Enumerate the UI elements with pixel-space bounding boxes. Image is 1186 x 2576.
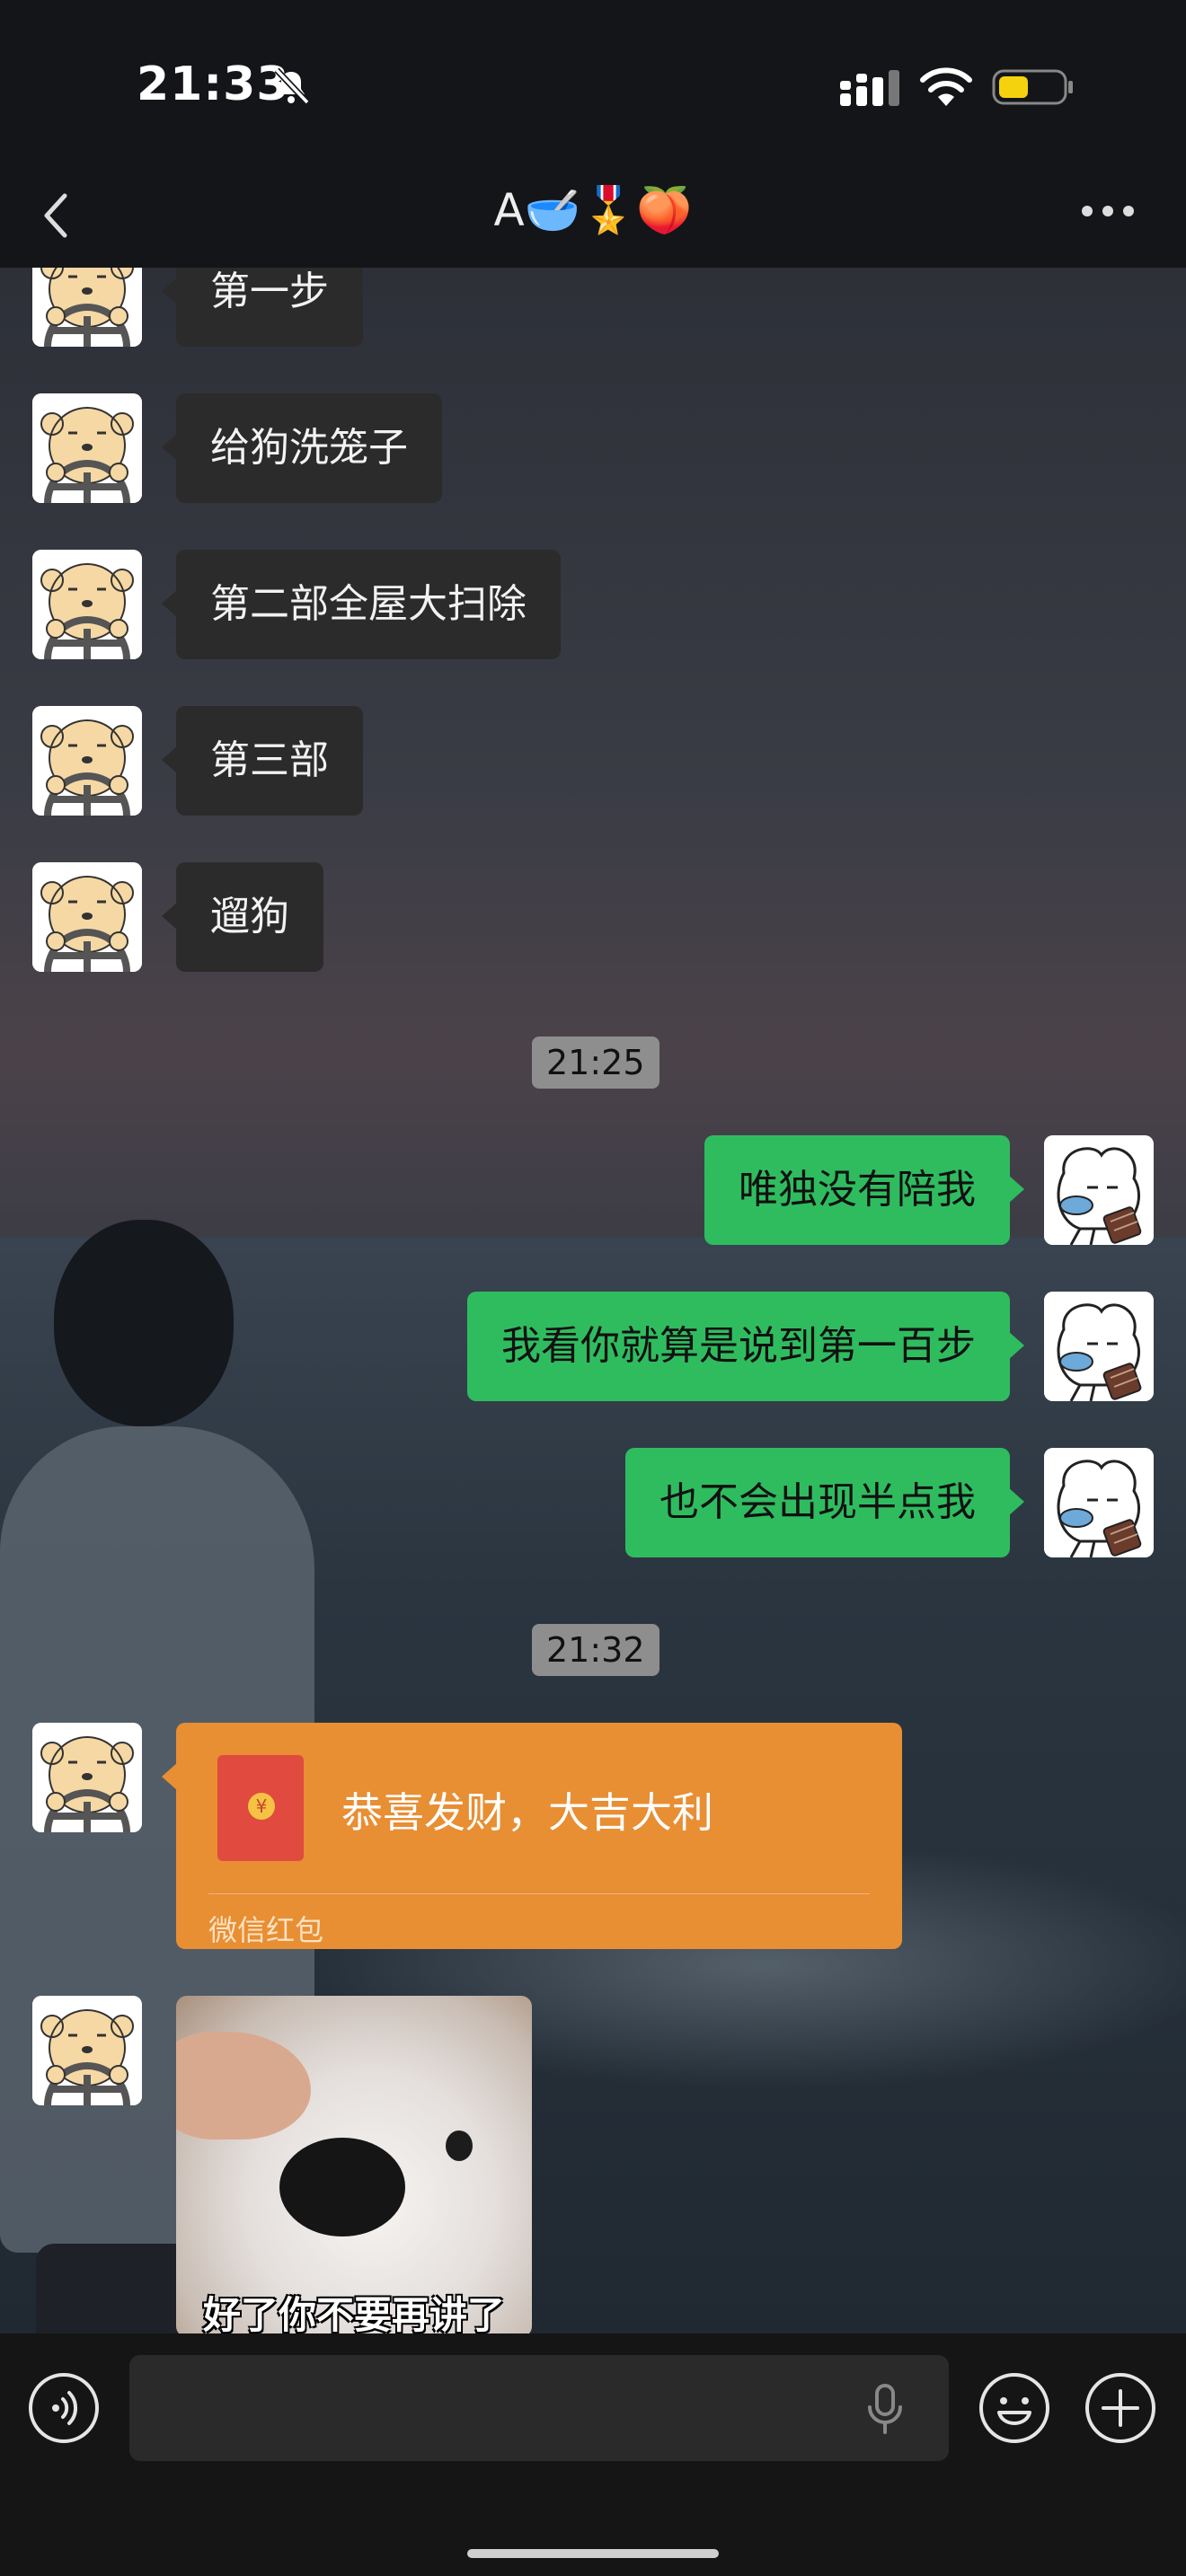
message-row: 也不会出现半点我 xyxy=(0,1448,1186,1557)
sticker-dog-eye xyxy=(446,2130,473,2161)
my-avatar[interactable] xyxy=(1044,1135,1154,1245)
wifi-icon xyxy=(920,67,972,106)
message-row: 遛狗 xyxy=(0,862,1186,972)
coin-icon: ¥ xyxy=(248,1793,275,1820)
status-time: 21:33 xyxy=(137,57,290,111)
input-bar xyxy=(0,2333,1186,2576)
message-row: 第三部 xyxy=(0,706,1186,816)
contact-avatar[interactable] xyxy=(32,550,142,659)
message-row: 好了你不要再讲了 xyxy=(0,1996,1186,2333)
sticker-hand xyxy=(176,2032,311,2139)
message-list[interactable]: 第一步 给狗洗笼子 第二部全屋大扫除 第三部 遛狗 21:25 唯独没有陪我 我… xyxy=(0,268,1186,2333)
incoming-message[interactable]: 遛狗 xyxy=(162,862,323,972)
red-packet-text: 恭喜发财，大吉大利 xyxy=(341,1788,713,1837)
chat-title: A🥣🎖️🍑 xyxy=(493,184,693,236)
message-row: 第一步 xyxy=(0,268,1186,347)
sticker-dog-nose xyxy=(279,2138,405,2236)
timestamp: 21:25 xyxy=(532,1037,659,1089)
contact-avatar[interactable] xyxy=(32,1723,142,1832)
emoji-icon[interactable] xyxy=(978,2371,1051,2445)
plus-icon[interactable] xyxy=(1084,2371,1157,2445)
contact-avatar[interactable] xyxy=(32,862,142,972)
battery-icon xyxy=(992,69,1073,105)
message-input[interactable] xyxy=(129,2355,949,2461)
my-avatar[interactable] xyxy=(1044,1292,1154,1401)
timestamp: 21:32 xyxy=(532,1624,659,1676)
contact-avatar[interactable] xyxy=(32,1996,142,2105)
red-packet-label: 微信红包 xyxy=(208,1913,324,1947)
incoming-message[interactable]: 第三部 xyxy=(162,706,363,816)
bell-slash-icon xyxy=(274,67,310,105)
contact-avatar[interactable] xyxy=(32,268,142,347)
message-row: 我看你就算是说到第一百步 xyxy=(0,1292,1186,1401)
chat-header: A🥣🎖️🍑 xyxy=(0,148,1186,268)
incoming-message[interactable]: 给狗洗笼子 xyxy=(162,393,442,503)
mic-icon[interactable] xyxy=(863,2384,907,2434)
red-envelope-icon: ¥ xyxy=(217,1755,304,1861)
sticker-caption: 好了你不要再讲了 xyxy=(202,2293,505,2333)
red-packet-message[interactable]: ¥ 恭喜发财，大吉大利 微信红包 xyxy=(162,1723,902,1949)
message-row: ¥ 恭喜发财，大吉大利 微信红包 xyxy=(0,1723,1186,1949)
divider xyxy=(208,1893,870,1894)
signal-icon xyxy=(840,70,899,106)
contact-avatar[interactable] xyxy=(32,393,142,503)
outgoing-message[interactable]: 我看你就算是说到第一百步 xyxy=(467,1292,1024,1401)
status-bar: 21:33 xyxy=(0,0,1186,148)
incoming-message[interactable]: 第二部全屋大扫除 xyxy=(162,550,561,659)
incoming-message[interactable]: 第一步 xyxy=(162,268,363,347)
outgoing-message[interactable]: 唯独没有陪我 xyxy=(704,1135,1024,1245)
my-avatar[interactable] xyxy=(1044,1448,1154,1557)
message-row: 唯独没有陪我 xyxy=(0,1135,1186,1245)
home-indicator[interactable] xyxy=(467,2549,719,2558)
voice-icon[interactable] xyxy=(27,2371,101,2445)
outgoing-message[interactable]: 也不会出现半点我 xyxy=(625,1448,1024,1557)
sticker-image[interactable]: 好了你不要再讲了 xyxy=(176,1996,532,2333)
contact-avatar[interactable] xyxy=(32,706,142,816)
message-row: 给狗洗笼子 xyxy=(0,393,1186,503)
message-row: 第二部全屋大扫除 xyxy=(0,550,1186,659)
more-icon[interactable] xyxy=(1080,200,1136,222)
